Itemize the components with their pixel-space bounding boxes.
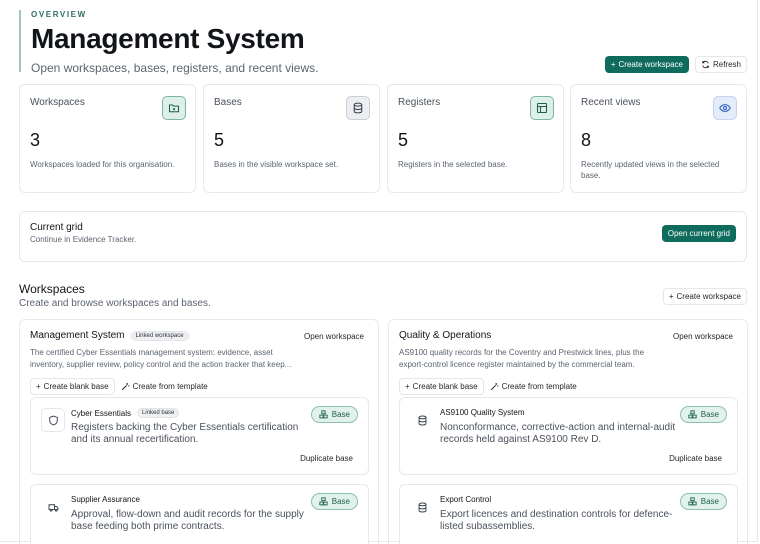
- base-description: Approval, flow-down and audit records fo…: [71, 509, 304, 532]
- linked-base-badge: Linked base: [137, 408, 180, 418]
- workspace-name: Quality & Operations: [399, 330, 492, 341]
- stat-card-recent-views: Recent views 8 Recently updated views in…: [570, 84, 747, 193]
- base-card-cyber-essentials[interactable]: Cyber Essentials Linked base Registers b…: [30, 397, 369, 475]
- base-type-pill: Base: [679, 493, 727, 510]
- open-current-grid-button[interactable]: Open current grid: [661, 225, 736, 242]
- base-description: Export licences and destination controls…: [440, 509, 673, 532]
- wand-icon: [121, 382, 130, 391]
- boxes-icon: [688, 410, 697, 419]
- base-card-as9100-quality-system[interactable]: AS9100 Quality System Nonconformance, co…: [399, 397, 738, 475]
- workspace-name: Management System: [30, 330, 125, 341]
- database-icon: [410, 408, 434, 432]
- refresh-button[interactable]: Refresh: [694, 56, 747, 73]
- base-name: Export Control: [440, 495, 492, 504]
- boxes-icon: [319, 497, 328, 506]
- truck-icon: [41, 495, 65, 519]
- plus-icon: +: [405, 382, 410, 391]
- plus-icon: +: [36, 382, 41, 391]
- header-actions: + Create workspace Refresh: [604, 56, 747, 73]
- create-from-template-label: Create from template: [501, 382, 577, 391]
- page-header: OVERVIEW Management System Open workspac…: [19, 10, 319, 75]
- workspace-card-management-system: Management System Linked workspace Open …: [19, 319, 379, 544]
- database-icon: [346, 96, 370, 120]
- base-pill-label: Base: [700, 410, 719, 419]
- stat-description: Recently updated views in the selected b…: [581, 160, 720, 180]
- create-from-template-button[interactable]: Create from template: [121, 382, 208, 391]
- stat-description: Bases in the visible workspace set.: [214, 160, 339, 169]
- stat-description: Workspaces loaded for this organisation.: [30, 160, 175, 169]
- workspaces-section-title: Workspaces: [19, 282, 85, 296]
- page-subtitle: Open workspaces, bases, registers, and r…: [31, 61, 319, 75]
- stat-value: 5: [214, 130, 225, 150]
- refresh-icon: [701, 60, 710, 69]
- open-workspace-button[interactable]: Open workspace: [673, 332, 733, 341]
- create-workspace-secondary-button[interactable]: + Create workspace: [662, 288, 747, 305]
- stat-card-registers: Registers 5 Registers in the selected ba…: [387, 84, 564, 193]
- boxes-icon: [688, 497, 697, 506]
- workspace-description: AS9100 quality records for the Coventry …: [399, 348, 645, 369]
- create-workspace-label: Create workspace: [618, 60, 683, 69]
- create-blank-base-label: Create blank base: [43, 382, 109, 391]
- base-pill-label: Base: [331, 410, 350, 419]
- stat-description: Registers in the selected base.: [398, 160, 508, 169]
- create-blank-base-label: Create blank base: [412, 382, 478, 391]
- base-description: Registers backing the Cyber Essentials c…: [71, 422, 299, 445]
- current-grid-title: Current grid: [30, 222, 83, 233]
- workspaces-section-subtitle: Create and browse workspaces and bases.: [19, 298, 211, 309]
- base-name: Cyber Essentials: [71, 408, 132, 418]
- base-name: Supplier Assurance: [71, 495, 140, 504]
- base-card-supplier-assurance[interactable]: Supplier Assurance Approval, flow-down a…: [30, 484, 369, 544]
- create-blank-base-button[interactable]: + Create blank base: [30, 378, 115, 395]
- table-icon: [530, 96, 554, 120]
- base-name: AS9100 Quality System: [440, 408, 525, 417]
- base-description: Nonconformance, corrective-action and in…: [440, 422, 676, 445]
- eyebrow-label: OVERVIEW: [31, 10, 87, 19]
- linked-workspace-badge: Linked workspace: [130, 330, 189, 341]
- stat-value: 3: [30, 130, 41, 150]
- plus-icon: +: [668, 292, 674, 301]
- create-workspace-button[interactable]: + Create workspace: [604, 56, 689, 73]
- workspace-description: The certified Cyber Essentials managemen…: [30, 348, 292, 369]
- current-grid-subtitle: Continue in Evidence Tracker.: [30, 235, 137, 244]
- open-workspace-button[interactable]: Open workspace: [304, 332, 364, 341]
- stat-card-bases: Bases 5 Bases in the visible workspace s…: [203, 84, 380, 193]
- boxes-icon: [319, 410, 328, 419]
- current-grid-card: Current grid Continue in Evidence Tracke…: [19, 211, 747, 262]
- duplicate-base-button[interactable]: Duplicate base: [669, 454, 722, 463]
- base-type-pill: Base: [679, 406, 727, 423]
- page-title: Management System: [31, 23, 305, 54]
- base-card-export-control[interactable]: Export Control Export licences and desti…: [399, 484, 738, 544]
- folder-icon: [162, 96, 186, 120]
- eye-icon: [713, 96, 737, 120]
- wand-icon: [490, 382, 499, 391]
- stat-value: 8: [581, 130, 592, 150]
- workspace-card-quality-operations: Quality & Operations Open workspace AS91…: [388, 319, 748, 544]
- refresh-label: Refresh: [712, 60, 741, 69]
- base-pill-label: Base: [331, 497, 350, 506]
- create-workspace-label: Create workspace: [676, 292, 741, 301]
- create-from-template-label: Create from template: [132, 382, 208, 391]
- plus-icon: +: [610, 60, 616, 69]
- base-type-pill: Base: [310, 406, 358, 423]
- database-icon: [410, 495, 434, 519]
- base-type-pill: Base: [310, 493, 358, 510]
- shield-icon: [41, 408, 65, 432]
- duplicate-base-button[interactable]: Duplicate base: [300, 454, 353, 463]
- base-pill-label: Base: [700, 497, 719, 506]
- create-from-template-button[interactable]: Create from template: [490, 382, 577, 391]
- stat-card-workspaces: Workspaces 3 Workspaces loaded for this …: [19, 84, 196, 193]
- create-blank-base-button[interactable]: + Create blank base: [399, 378, 484, 395]
- stat-value: 5: [398, 130, 409, 150]
